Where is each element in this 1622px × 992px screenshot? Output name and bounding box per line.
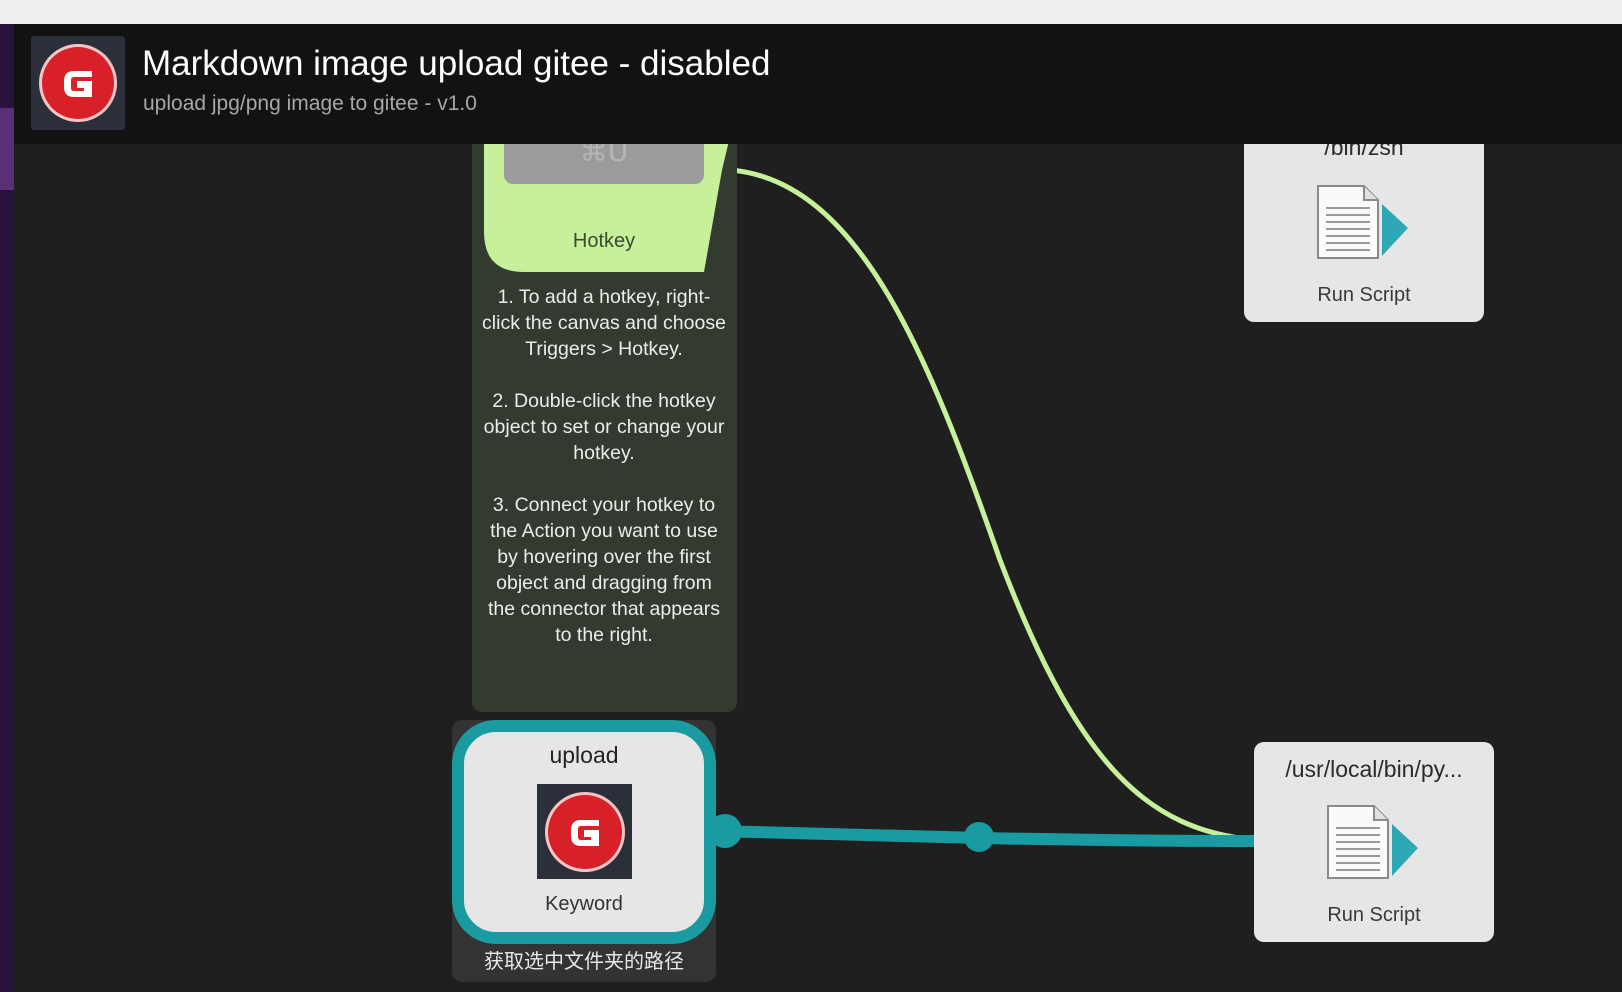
hotkey-connection-wire [729, 167, 1256, 843]
run-script-node-python[interactable]: /usr/local/bin/py... Run Script [1254, 742, 1494, 942]
note-paragraph-2: 2. Double-click the hotkey object to set… [483, 390, 725, 464]
keyword-title: upload [549, 742, 619, 768]
workflow-app-icon[interactable] [31, 36, 125, 130]
note-paragraph-3: 3. Connect your hotkey to the Action you… [488, 494, 720, 646]
keyword-app-icon [537, 784, 632, 879]
gitee-logo-icon [39, 44, 117, 122]
workflow-title: Markdown image upload gitee - disabled [142, 44, 771, 83]
hotkey-label: Hotkey [572, 230, 636, 252]
run-script-node-zsh[interactable]: /bin/zsh Run Script [1244, 120, 1484, 322]
run-script-title: /usr/local/bin/py... [1285, 756, 1463, 782]
hotkey-note-text: 1. To add a hotkey, right-click the canv… [480, 284, 728, 674]
gitee-logo-icon [544, 791, 625, 872]
keyword-subtitle: 获取选中文件夹的路径 [484, 949, 684, 973]
run-script-label: Run Script [1327, 904, 1421, 926]
workflow-header: Markdown image upload gitee - disabled u… [14, 24, 1622, 144]
workflow-subtitle: upload jpg/png image to gitee - v1.0 [143, 92, 477, 115]
script-document-icon [1317, 185, 1408, 259]
script-document-icon [1327, 805, 1418, 879]
keyword-label: Keyword [545, 893, 623, 915]
note-paragraph-1: 1. To add a hotkey, right-click the canv… [482, 286, 726, 360]
run-script-label: Run Script [1317, 284, 1411, 306]
wire-midpoint-handle [964, 822, 994, 852]
